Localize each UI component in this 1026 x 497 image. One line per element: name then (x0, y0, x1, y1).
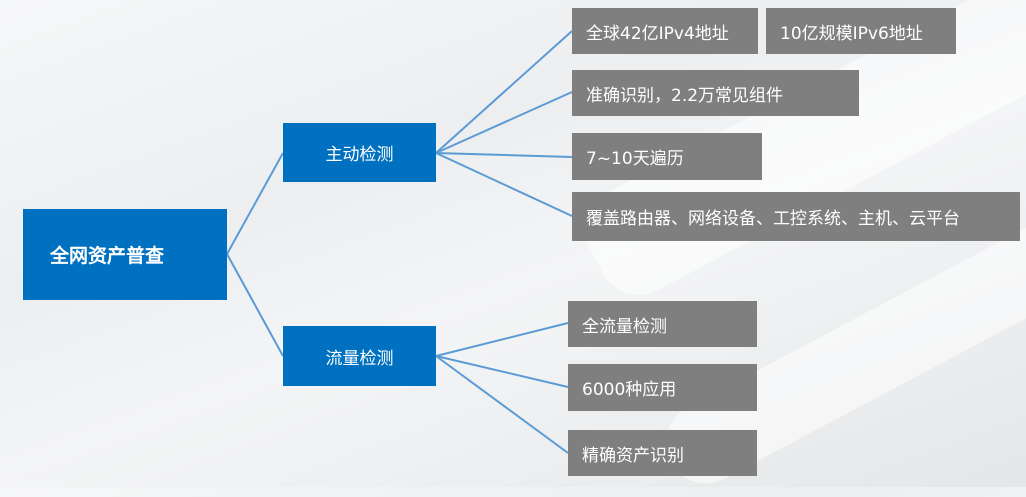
branch-node-traffic-detection: 流量检测 (283, 326, 436, 386)
connector-active-leaf-3 (435, 152, 573, 158)
leaf-node-component-recognition: 准确识别，2.2万常见组件 (572, 70, 859, 116)
connector-active-leaf-4 (435, 152, 573, 217)
connector-traffic-leaf-1 (435, 322, 569, 357)
root-node: 全网资产普查 (23, 209, 227, 300)
leaf-node-ipv6: 10亿规模IPv6地址 (766, 8, 956, 54)
leaf-node-applications: 6000种应用 (568, 364, 757, 411)
leaf-node-ipv4: 全球42亿IPv4地址 (572, 8, 758, 54)
branch-node-active-detection: 主动检测 (283, 123, 436, 182)
connector-root-traffic (226, 253, 284, 357)
leaf-node-full-traffic: 全流量检测 (568, 301, 757, 347)
connector-root-active (226, 152, 284, 255)
leaf-node-coverage: 覆盖路由器、网络设备、工控系统、主机、云平台 (572, 192, 1020, 241)
connector-active-leaf-1 (435, 30, 573, 154)
connector-active-leaf-2 (435, 91, 573, 154)
leaf-node-asset-identification: 精确资产识别 (568, 430, 757, 476)
leaf-node-traversal-time: 7~10天遍历 (572, 133, 762, 180)
